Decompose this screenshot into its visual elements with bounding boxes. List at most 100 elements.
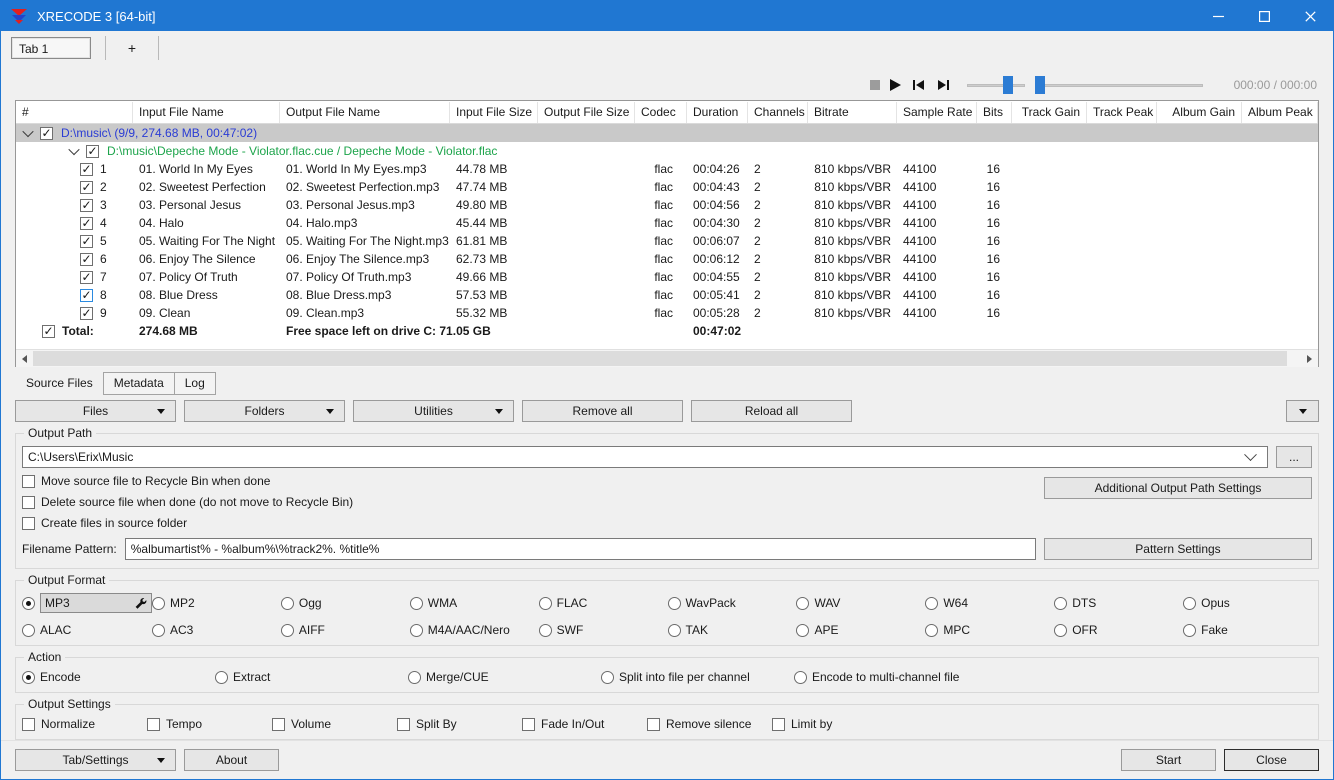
maximize-button[interactable] <box>1241 1 1287 31</box>
additional-output-path-settings-button[interactable]: Additional Output Path Settings <box>1044 477 1312 499</box>
setting-checkbox[interactable] <box>272 717 285 731</box>
track-checkbox[interactable]: ✓ <box>80 162 93 176</box>
format-option-ape[interactable]: APE <box>796 623 925 637</box>
table-row-track[interactable]: ✓ 4 04. Halo 04. Halo.mp3 45.44 MB flac 00:04:… <box>16 214 1318 232</box>
chevron-down-icon[interactable] <box>1244 447 1257 461</box>
action-option-extract[interactable]: Extract <box>215 670 408 684</box>
format-option-wma[interactable]: WMA <box>409 593 539 613</box>
format-option-mp3[interactable]: MP3 <box>22 593 152 613</box>
checkbox-move-source-file-to-recycle-bin-when-don[interactable]: Move source file to Recycle Bin when don… <box>22 474 1044 488</box>
column-header--[interactable]: # <box>16 101 133 123</box>
tab-source-files[interactable]: Source Files <box>15 372 104 395</box>
track-checkbox[interactable]: ✓ <box>80 306 93 320</box>
table-row-folder[interactable]: ✓ D:\music\ (9/9, 274.68 MB, 00:47:02) <box>16 124 1318 142</box>
start-button[interactable]: Start <box>1121 749 1216 771</box>
setting-checkbox[interactable] <box>147 717 160 731</box>
action-radio[interactable] <box>215 670 228 684</box>
previous-track-icon[interactable] <box>911 79 926 91</box>
column-header-bits[interactable]: Bits <box>977 101 1012 123</box>
format-radio[interactable] <box>152 596 165 610</box>
column-header-output-file-size[interactable]: Output File Size <box>538 101 635 123</box>
total-checkbox[interactable]: ✓ <box>42 324 55 338</box>
table-row-track[interactable]: ✓ 1 01. World In My Eyes 01. World In My Ey… <box>16 160 1318 178</box>
track-checkbox[interactable]: ✓ <box>80 234 93 248</box>
table-row-track[interactable]: ✓ 5 05. Waiting For The Night 05. Waiting F… <box>16 232 1318 250</box>
checkbox-box[interactable] <box>22 495 35 509</box>
setting-limit-by[interactable]: Limit by <box>772 717 897 731</box>
column-header-album-gain[interactable]: Album Gain <box>1157 101 1242 123</box>
about-button[interactable]: About <box>184 749 279 771</box>
output-path-combobox[interactable]: C:\Users\Erix\Music <box>22 446 1268 468</box>
seek-slider[interactable] <box>1035 76 1203 94</box>
track-checkbox[interactable]: ✓ <box>80 198 93 212</box>
format-radio[interactable] <box>538 623 552 637</box>
format-radio[interactable] <box>925 596 939 610</box>
play-icon[interactable] <box>890 79 901 91</box>
format-option-m4a-aac-nero[interactable]: M4A/AAC/Nero <box>409 623 539 637</box>
volume-slider-thumb[interactable] <box>1003 76 1013 94</box>
track-checkbox[interactable]: ✓ <box>80 288 93 302</box>
format-option-fake[interactable]: Fake <box>1183 623 1312 637</box>
format-option-wav[interactable]: WAV <box>796 593 925 613</box>
browse-path-button[interactable]: ... <box>1276 446 1312 468</box>
format-radio[interactable] <box>280 596 294 610</box>
column-header-duration[interactable]: Duration <box>687 101 748 123</box>
format-radio[interactable] <box>409 623 423 637</box>
table-row-track[interactable]: ✓ 2 02. Sweetest Perfection 02. Sweetest Pe… <box>16 178 1318 196</box>
close-window-button[interactable] <box>1287 1 1333 31</box>
horizontal-scrollbar[interactable] <box>16 349 1318 367</box>
table-row-track[interactable]: ✓ 9 09. Clean 09. Clean.mp3 55.32 MB flac 00:0… <box>16 304 1318 322</box>
reload-all-button[interactable]: Reload all <box>691 400 852 422</box>
column-header-sample-rate[interactable]: Sample Rate <box>897 101 977 123</box>
format-radio[interactable] <box>796 623 810 637</box>
wrench-settings-icon[interactable] <box>134 597 147 610</box>
format-option-wavpack[interactable]: WavPack <box>667 593 797 613</box>
column-header-channels[interactable]: Channels <box>748 101 808 123</box>
format-radio[interactable] <box>667 596 681 610</box>
action-radio[interactable] <box>408 670 421 684</box>
utilities-button[interactable]: Utilities <box>353 400 514 422</box>
action-radio[interactable] <box>22 670 35 684</box>
tab-metadata[interactable]: Metadata <box>102 372 175 395</box>
format-radio[interactable] <box>667 623 681 637</box>
filename-pattern-input[interactable]: %albumartist% - %album%\%track2%. %title… <box>124 538 1036 560</box>
setting-checkbox[interactable] <box>647 717 660 731</box>
format-option-ogg[interactable]: Ogg <box>280 593 410 613</box>
scrollbar-thumb[interactable] <box>33 351 1287 366</box>
folder-row-checkbox[interactable]: ✓ <box>40 126 53 140</box>
format-radio[interactable] <box>1183 623 1197 637</box>
setting-checkbox[interactable] <box>522 717 535 731</box>
more-options-button[interactable] <box>1286 400 1319 422</box>
checkbox-box[interactable] <box>22 474 35 488</box>
setting-fade-in-out[interactable]: Fade In/Out <box>522 717 647 731</box>
action-radio[interactable] <box>601 670 614 684</box>
column-header-input-file-name[interactable]: Input File Name <box>133 101 280 123</box>
seek-slider-thumb[interactable] <box>1035 76 1045 94</box>
format-option-aiff[interactable]: AIFF <box>280 623 410 637</box>
action-option-merge-cue[interactable]: Merge/CUE <box>408 670 601 684</box>
checkbox-box[interactable] <box>22 516 35 530</box>
format-option-tak[interactable]: TAK <box>667 623 797 637</box>
column-header-input-file-size[interactable]: Input File Size <box>450 101 538 123</box>
checkbox-create-files-in-source-folder[interactable]: Create files in source folder <box>22 516 1044 530</box>
track-checkbox[interactable]: ✓ <box>80 216 93 230</box>
setting-split-by[interactable]: Split By <box>397 717 522 731</box>
format-option-flac[interactable]: FLAC <box>538 593 668 613</box>
format-radio[interactable] <box>1054 623 1068 637</box>
setting-tempo[interactable]: Tempo <box>147 717 272 731</box>
format-radio[interactable] <box>280 623 294 637</box>
column-header-track-peak[interactable]: Track Peak <box>1087 101 1157 123</box>
files-button[interactable]: Files <box>15 400 176 422</box>
add-tab-button[interactable]: + <box>120 40 144 56</box>
action-option-encode-to-multi-channel-file[interactable]: Encode to multi-channel file <box>794 670 987 684</box>
table-row-track[interactable]: ✓ 7 07. Policy Of Truth 07. Policy Of Truth… <box>16 268 1318 286</box>
setting-volume[interactable]: Volume <box>272 717 397 731</box>
table-row-track[interactable]: ✓ 6 06. Enjoy The Silence 06. Enjoy The Sil… <box>16 250 1318 268</box>
column-header-output-file-name[interactable]: Output File Name <box>280 101 450 123</box>
tab-log[interactable]: Log <box>173 372 216 395</box>
close-button[interactable]: Close <box>1224 749 1319 771</box>
stop-icon[interactable] <box>870 80 880 90</box>
setting-remove-silence[interactable]: Remove silence <box>647 717 772 731</box>
format-radio[interactable] <box>22 623 35 637</box>
format-option-w64[interactable]: W64 <box>925 593 1054 613</box>
